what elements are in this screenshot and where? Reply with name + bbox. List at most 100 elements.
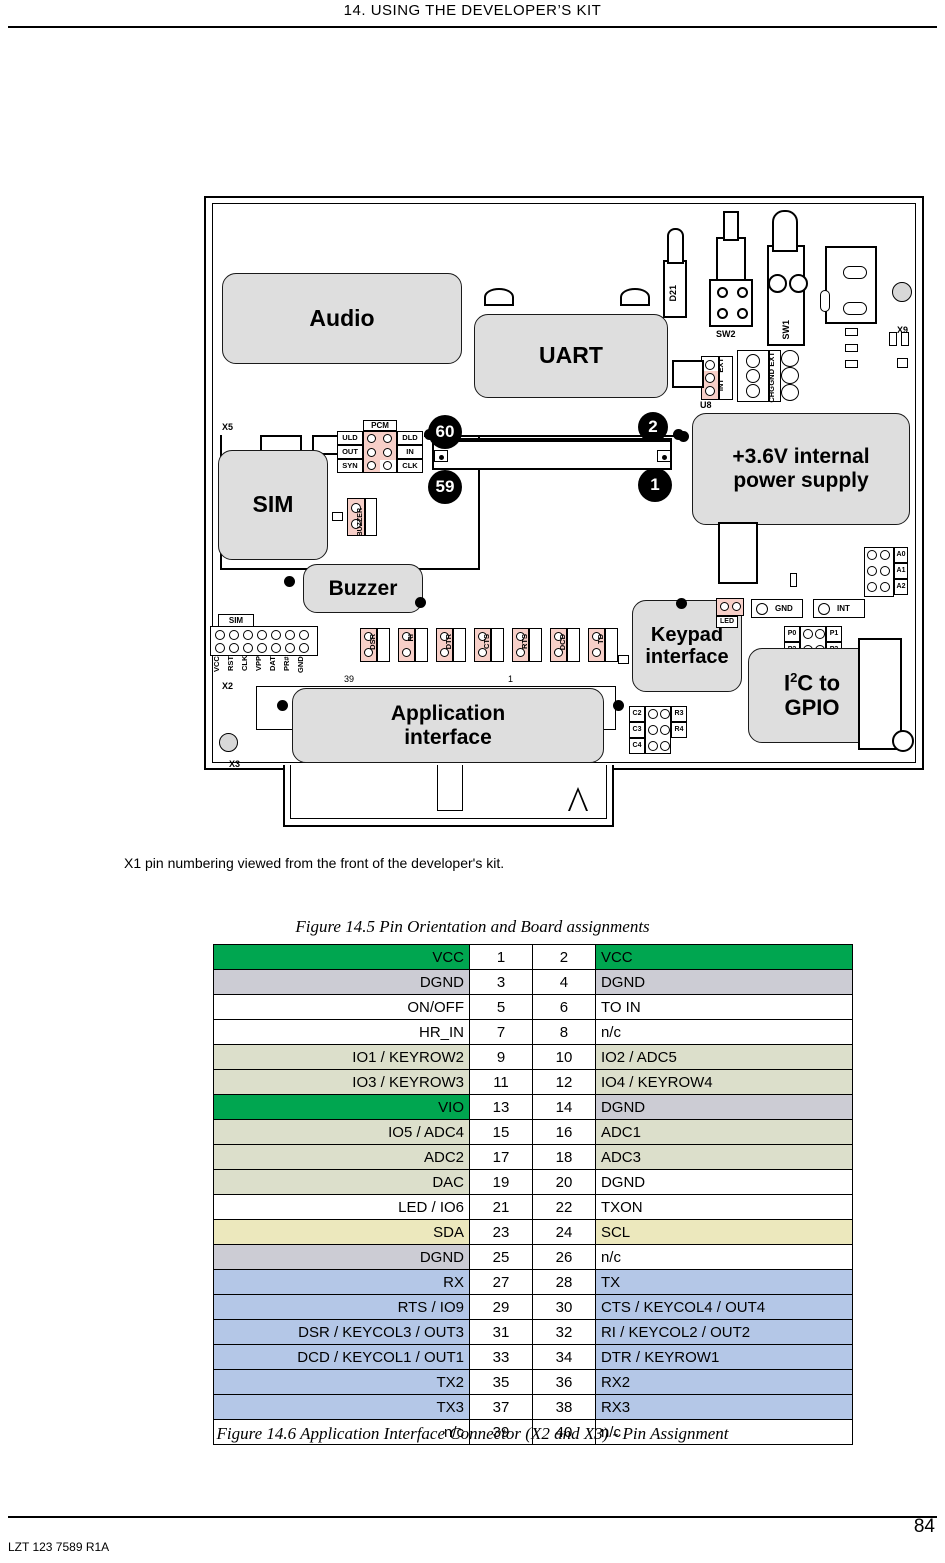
- matrix-hole-5[interactable]: [648, 741, 658, 751]
- pcm-hole-2[interactable]: [383, 434, 392, 443]
- led-hole-1[interactable]: [720, 602, 729, 611]
- address-hole-1[interactable]: [867, 550, 877, 560]
- sim-hole-r1c2[interactable]: [229, 630, 239, 640]
- u8-hole-2[interactable]: [705, 373, 715, 383]
- u8-hole-1[interactable]: [705, 360, 715, 370]
- matrix-hole-6[interactable]: [660, 741, 670, 751]
- sim-hole-r1c7[interactable]: [299, 630, 309, 640]
- smd-3: [845, 360, 858, 368]
- pin-number-left: 3: [469, 969, 533, 995]
- sim-hole-r1c6[interactable]: [285, 630, 295, 640]
- sim-hole-r1c5[interactable]: [271, 630, 281, 640]
- matrix-hole-1[interactable]: [648, 709, 658, 719]
- ref-sw2: SW2: [716, 329, 736, 339]
- u8-hole-3[interactable]: [705, 386, 715, 396]
- address-hole-4[interactable]: [880, 566, 890, 576]
- pin-number-right: 38: [531, 1394, 596, 1420]
- sim-hole-r2c1[interactable]: [215, 643, 225, 653]
- pin-number-right: 6: [531, 994, 596, 1020]
- address-hole-6[interactable]: [880, 582, 890, 592]
- sim-header-body: [210, 626, 318, 656]
- x9-slot-2: [843, 302, 867, 315]
- buzzer-tab: [332, 512, 343, 521]
- pcm-hole-6[interactable]: [383, 461, 392, 470]
- terminal-hole-3[interactable]: [746, 384, 760, 398]
- module-power-supply-line2: power supply: [733, 469, 869, 492]
- x1-pad-left: [434, 450, 448, 462]
- gpio-hole-p1[interactable]: [815, 629, 825, 639]
- table-row: DCD / KEYCOL1 / OUT1 33 34 DTR / KEYROW1: [213, 1344, 854, 1370]
- pin-signal-left: DGND: [213, 1244, 470, 1270]
- matrix-hole-3[interactable]: [648, 725, 658, 735]
- pcm-hole-5[interactable]: [367, 461, 376, 470]
- sim-hole-r2c4[interactable]: [257, 643, 267, 653]
- sim-hole-r1c3[interactable]: [243, 630, 253, 640]
- smd-2: [845, 344, 858, 352]
- address-hole-5[interactable]: [867, 582, 877, 592]
- sim-hole-r2c6[interactable]: [285, 643, 295, 653]
- terminal-hole-1[interactable]: [746, 354, 760, 368]
- pin-signal-right: CTS / KEYCOL4 / OUT4: [594, 1294, 854, 1320]
- pin-signal-left: LED / IO6: [213, 1194, 470, 1220]
- jumper-dtr[interactable]: DTR: [436, 628, 466, 662]
- gnd-pad-hole-icon[interactable]: [756, 602, 768, 615]
- int-test-pad[interactable]: INT: [813, 599, 865, 618]
- pcm-hole-3[interactable]: [367, 448, 376, 457]
- pin-signal-right: DGND: [594, 969, 854, 995]
- pcm-label-clk: CLK: [397, 459, 423, 473]
- module-audio: Audio: [222, 273, 462, 364]
- jumper-td-hole-2[interactable]: [592, 648, 601, 657]
- jumper-td[interactable]: TD: [588, 628, 618, 662]
- int-pad-hole-icon[interactable]: [818, 602, 830, 615]
- sim-hole-r2c5[interactable]: [271, 643, 281, 653]
- pin-signal-left: DGND: [213, 969, 470, 995]
- jumper-ri-hole-2[interactable]: [402, 648, 411, 657]
- sim-hole-r2c7[interactable]: [299, 643, 309, 653]
- address-hole-2[interactable]: [880, 550, 890, 560]
- pin-signal-left: IO1 / KEYROW2: [213, 1044, 470, 1070]
- pin-number-left: 37: [469, 1394, 533, 1420]
- terminal-screw-1[interactable]: [781, 350, 799, 367]
- terminal-hole-2[interactable]: [746, 369, 760, 383]
- jumper-cts-hole-2[interactable]: [478, 648, 487, 657]
- pin-number-left: 23: [469, 1219, 533, 1245]
- jumper-dcd[interactable]: DCD: [550, 628, 580, 662]
- pcm-hole-1[interactable]: [367, 434, 376, 443]
- pcm-hole-4[interactable]: [383, 448, 392, 457]
- pin-number-right: 20: [531, 1169, 596, 1195]
- matrix-hole-2[interactable]: [660, 709, 670, 719]
- x2-dot-right: [613, 700, 624, 711]
- pcm-header: PCM ULD OUT SYN DLD IN CLK: [337, 420, 423, 473]
- pin-number-right: 32: [531, 1319, 596, 1345]
- sim-hole-r1c4[interactable]: [257, 630, 267, 640]
- gnd-test-pad[interactable]: GND: [751, 599, 803, 618]
- jumper-dsr[interactable]: DSR: [360, 628, 390, 662]
- address-hole-3[interactable]: [867, 566, 877, 576]
- sim-hole-r2c2[interactable]: [229, 643, 239, 653]
- led-jumper[interactable]: LED: [716, 598, 744, 628]
- sim-label-vcc: VCC: [212, 656, 221, 672]
- d21-lens-icon: [667, 228, 684, 264]
- sw2-hole-4: [737, 308, 748, 319]
- matrix-hole-4[interactable]: [660, 725, 670, 735]
- gpio-hole-p0[interactable]: [803, 629, 813, 639]
- pcm-label-dld: DLD: [397, 431, 423, 445]
- jumper-cts[interactable]: CTS: [474, 628, 504, 662]
- i2c-address-header: A0 A1 A2: [864, 547, 908, 597]
- pin-number-right: 28: [531, 1269, 596, 1295]
- sim-hole-r1c1[interactable]: [215, 630, 225, 640]
- jumper-rts-hole-2[interactable]: [516, 648, 525, 657]
- sim-header-labels: VCC RST CLK VPP DAT PR# GND: [210, 656, 318, 678]
- table-row: LED / IO6 21 22 TXON: [213, 1194, 854, 1220]
- sim-hole-r2c3[interactable]: [243, 643, 253, 653]
- sim-label-prn: PR#: [282, 656, 291, 671]
- pin-number-right: 14: [531, 1094, 596, 1120]
- terminal-screw-2[interactable]: [781, 367, 799, 384]
- led-hole-2[interactable]: [732, 602, 741, 611]
- pin-number-left: 15: [469, 1119, 533, 1145]
- pin-number-left: 29: [469, 1294, 533, 1320]
- jumper-rts[interactable]: RTS: [512, 628, 542, 662]
- x9-pin-a: [889, 332, 897, 346]
- jumper-ri[interactable]: RI: [398, 628, 428, 662]
- terminal-screw-3[interactable]: [781, 384, 799, 401]
